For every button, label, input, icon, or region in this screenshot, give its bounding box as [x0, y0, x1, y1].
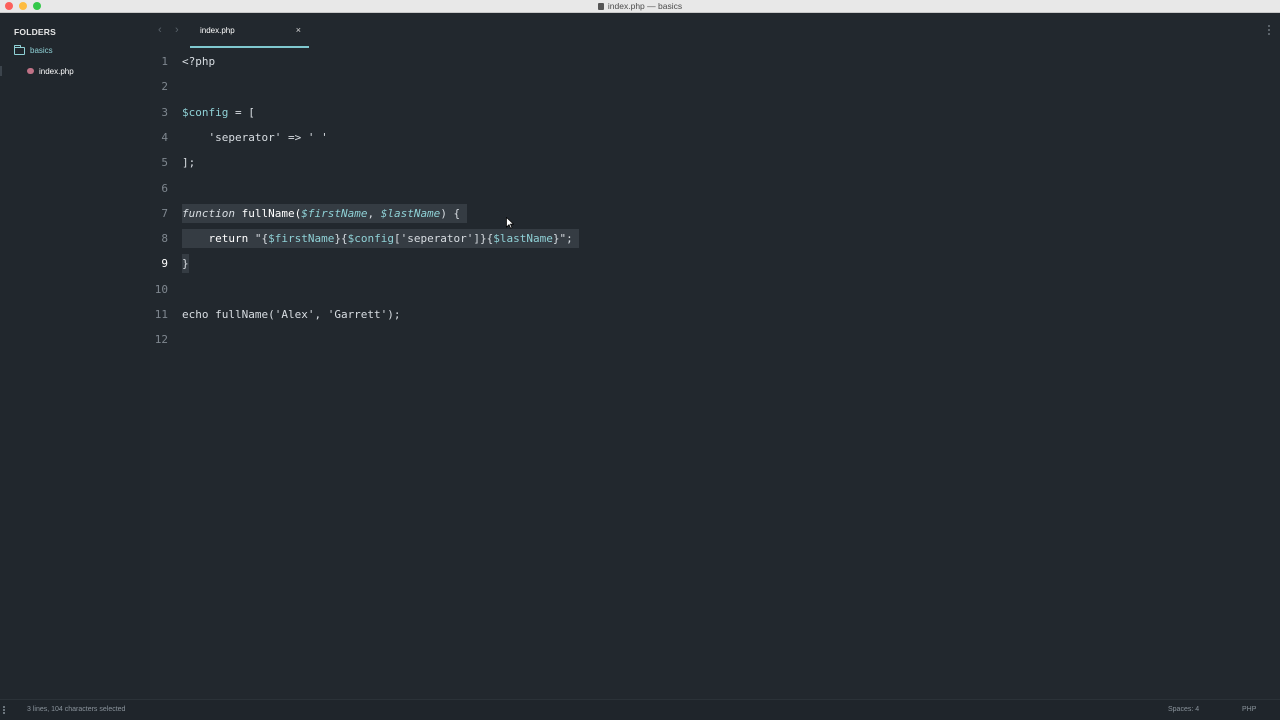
chevron-left-icon[interactable]: ‹ [158, 24, 162, 36]
tab-index-php[interactable]: index.php × [190, 13, 309, 49]
php-file-icon [27, 68, 34, 74]
more-options-icon[interactable] [1268, 25, 1271, 37]
line-number: 6 [161, 182, 168, 195]
selection-status: 3 lines, 104 characters selected [27, 706, 126, 713]
line-number: 7 [161, 207, 168, 220]
code-line: 1 <?php [150, 49, 1280, 74]
line-number: 5 [161, 156, 168, 169]
file-label: index.php [39, 66, 74, 76]
code-line-selected: 9 } [150, 251, 1280, 276]
code-line-selected: 7 function fullName($firstName, $lastNam… [150, 201, 1280, 226]
code-line: 3 $config = [ [150, 100, 1280, 125]
code-line-selected: 8 return "{$firstName}{$config['seperato… [150, 226, 1280, 251]
code-line: 11 echo fullName('Alex', 'Garrett'); [150, 302, 1280, 327]
file-index-php[interactable]: index.php [0, 64, 150, 78]
code-text: $config = [ [182, 106, 255, 119]
status-bar: 3 lines, 104 characters selected Spaces:… [0, 699, 1280, 720]
indentation-setting[interactable]: Spaces: 4 [1168, 706, 1199, 713]
window-title: index.php — basics [0, 0, 1280, 13]
tab-label: index.php [200, 26, 235, 35]
line-number: 4 [161, 131, 168, 144]
code-line: 10 [150, 277, 1280, 302]
code-text: function fullName($firstName, $lastName)… [182, 201, 467, 226]
code-text: <?php [182, 55, 216, 68]
chevron-right-icon[interactable]: › [175, 24, 179, 36]
folder-icon [14, 44, 25, 55]
line-number: 12 [154, 333, 168, 346]
code-text: } [182, 251, 189, 276]
code-text: return "{$firstName}{$config['seperator'… [182, 226, 580, 251]
document-icon [597, 3, 604, 10]
line-number: 2 [161, 80, 168, 93]
folder-label: basics [30, 46, 53, 55]
syntax-selector[interactable]: PHP [1242, 706, 1256, 713]
code-text: ]; [182, 156, 196, 169]
close-icon[interactable]: × [296, 24, 301, 36]
line-number: 1 [161, 55, 168, 68]
code-line: 5 ]; [150, 150, 1280, 175]
line-number: 11 [154, 308, 168, 321]
title-bar: index.php — basics [0, 0, 1280, 13]
code-text: 'seperator' => ' ' [182, 131, 328, 144]
panel-toggle-icon[interactable] [3, 706, 5, 715]
code-text: echo fullName('Alex', 'Garrett'); [182, 308, 401, 321]
line-number: 3 [161, 106, 168, 119]
line-number: 8 [161, 232, 168, 245]
tab-bar: ‹ › index.php × [150, 13, 1280, 49]
code-line: 2 [150, 74, 1280, 99]
folder-basics[interactable]: basics [14, 44, 53, 55]
folders-header: FOLDERS [14, 27, 57, 37]
code-line: 6 [150, 176, 1280, 201]
code-editor[interactable]: 1 <?php 2 3 $config = [ 4 'seperator' =>… [150, 49, 1280, 699]
line-number: 9 [161, 257, 168, 270]
active-file-marker [0, 66, 2, 76]
active-tab-indicator [190, 46, 309, 48]
code-line: 4 'seperator' => ' ' [150, 125, 1280, 150]
mouse-pointer-icon [506, 217, 514, 229]
line-number: 10 [154, 283, 168, 296]
sidebar: FOLDERS basics index.php [0, 13, 150, 699]
code-line: 12 [150, 327, 1280, 352]
